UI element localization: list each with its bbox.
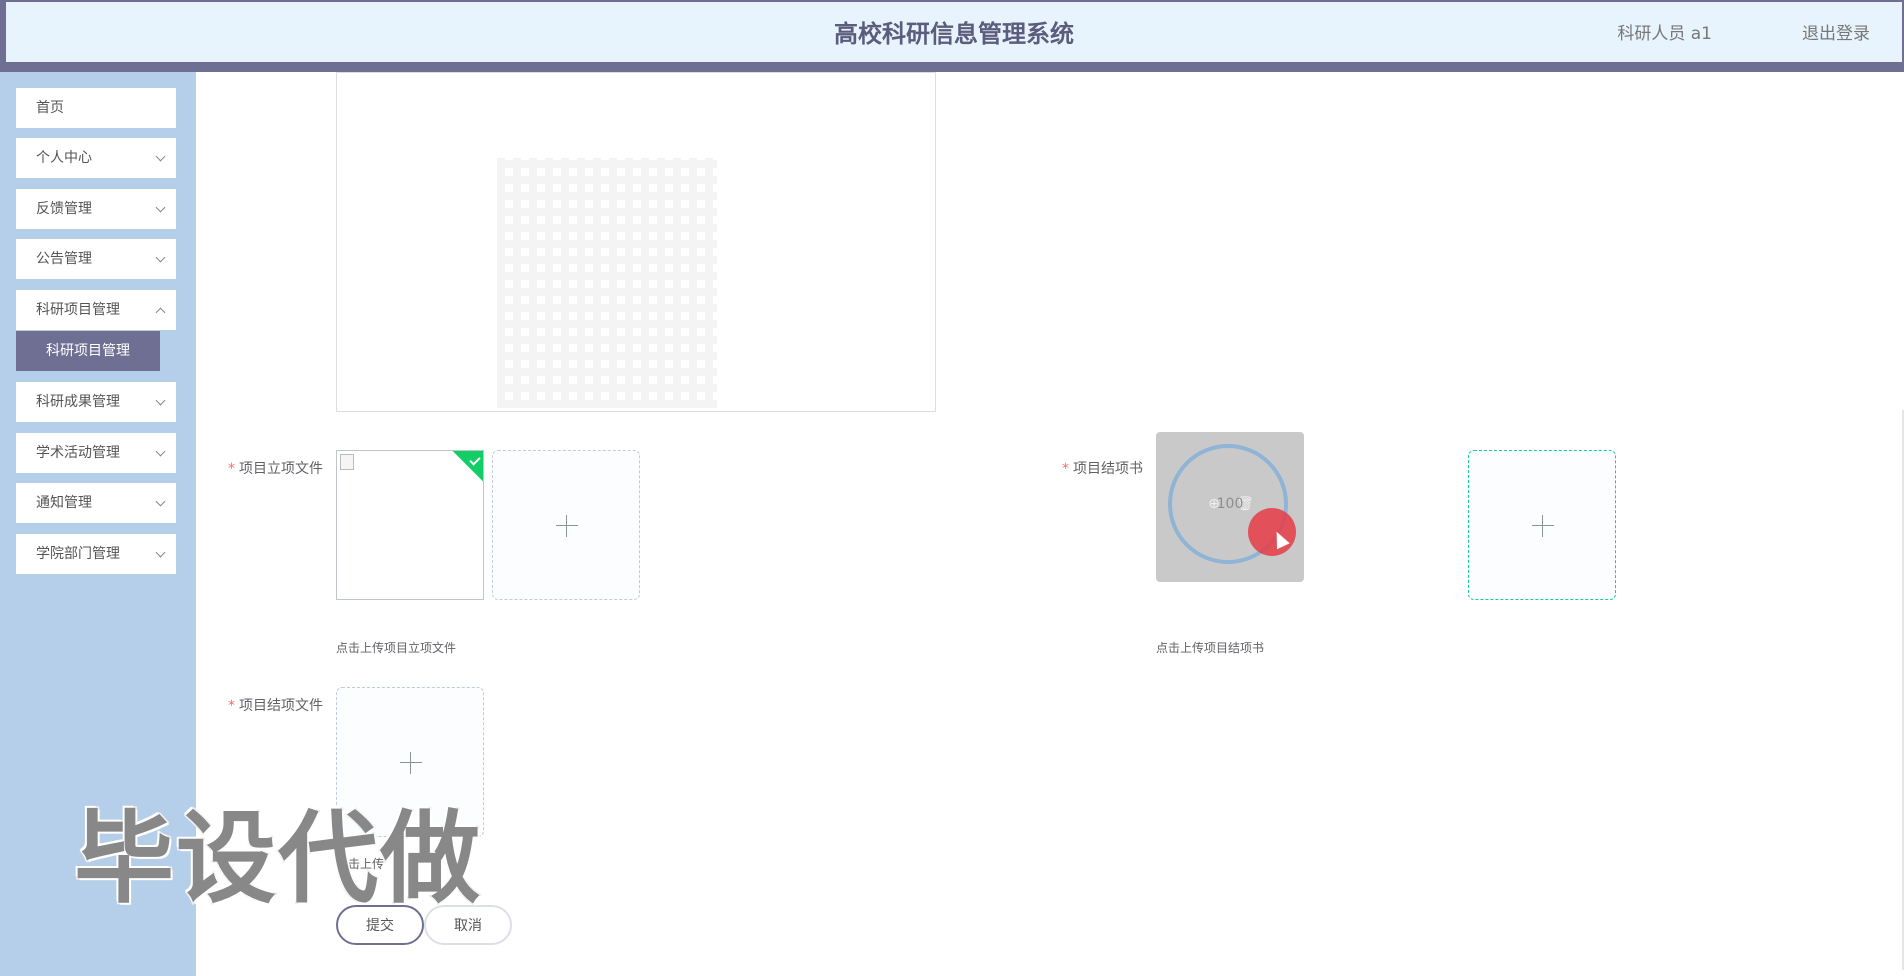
chevron-down-icon [155,547,166,558]
current-user-label: 科研人员 a1 [1617,24,1712,44]
submenu-research-project-active[interactable]: 科研项目管理 [16,331,160,371]
chevron-down-icon [155,202,166,213]
top-header: 高校科研信息管理系统 科研人员 a1 退出登录 [0,0,1904,72]
sidebar-item-feedback[interactable]: 反馈管理 [16,189,176,229]
plus-icon-vertical [410,752,411,774]
sidebar-item-label: 科研项目管理 [36,302,120,318]
plus-icon-vertical [566,515,567,537]
sidebar-item-label: 学术活动管理 [36,445,120,461]
sidebar-item-label: 首页 [36,100,64,116]
watermark-text: 毕设代做 [73,800,482,917]
label-project-completion-file: * 项目结项文件 [228,698,323,714]
plus-icon-vertical [1542,515,1543,537]
upload-add-button-approval[interactable] [492,450,640,600]
logout-link[interactable]: 退出登录 [1802,2,1870,66]
chevron-down-icon [155,252,166,263]
broken-image-icon [340,454,354,470]
sidebar-item-research-results[interactable]: 科研成果管理 [16,382,176,422]
chevron-down-icon [155,446,166,457]
sidebar-item-notice[interactable]: 通知管理 [16,483,176,523]
sidebar-item-personal-center[interactable]: 个人中心 [16,138,176,178]
chevron-down-icon [155,395,166,406]
chevron-down-icon [155,151,166,162]
upload-progress-card[interactable]: ⊕ 🗑 100 [1156,432,1304,582]
qr-code-ghost [497,158,717,408]
upload-success-badge [451,451,483,483]
sidebar-item-label: 反馈管理 [36,201,92,217]
uploaded-file-thumbnail[interactable] [336,450,484,600]
header-bar: 高校科研信息管理系统 科研人员 a1 退出登录 [6,2,1902,62]
sidebar-item-label: 科研成果管理 [36,394,120,410]
sidebar-item-label: 学院部门管理 [36,546,120,562]
sidebar-item-label: 通知管理 [36,495,92,511]
upload-tip-completion: 点击上传项目结项书 [1156,641,1265,655]
plus-icon [1532,525,1554,526]
sidebar-item-label: 公告管理 [36,251,92,267]
label-text: 项目结项书 [1073,461,1143,477]
upload-tip-approval: 点击上传项目立项文件 [336,641,457,655]
label-project-completion-report: * 项目结项书 [1062,461,1143,477]
plus-icon [400,762,422,763]
sidebar-item-research-project[interactable]: 科研项目管理 [16,290,176,330]
sidebar-item-academic-activity[interactable]: 学术活动管理 [16,433,176,473]
sidebar-item-home[interactable]: 首页 [16,88,176,128]
plus-icon [556,525,578,526]
upload-add-button-completion[interactable] [1468,450,1616,600]
click-indicator [1248,508,1296,556]
chevron-up-icon [155,307,166,318]
label-text: 项目立项文件 [239,461,323,477]
label-text: 项目结项文件 [239,698,323,714]
sidebar-item-department[interactable]: 学院部门管理 [16,534,176,574]
image-preview [336,72,936,412]
chevron-down-icon [155,496,166,507]
sidebar-item-label: 个人中心 [36,150,92,166]
label-project-approval-file: * 项目立项文件 [228,461,323,477]
sidebar-item-announcement[interactable]: 公告管理 [16,239,176,279]
